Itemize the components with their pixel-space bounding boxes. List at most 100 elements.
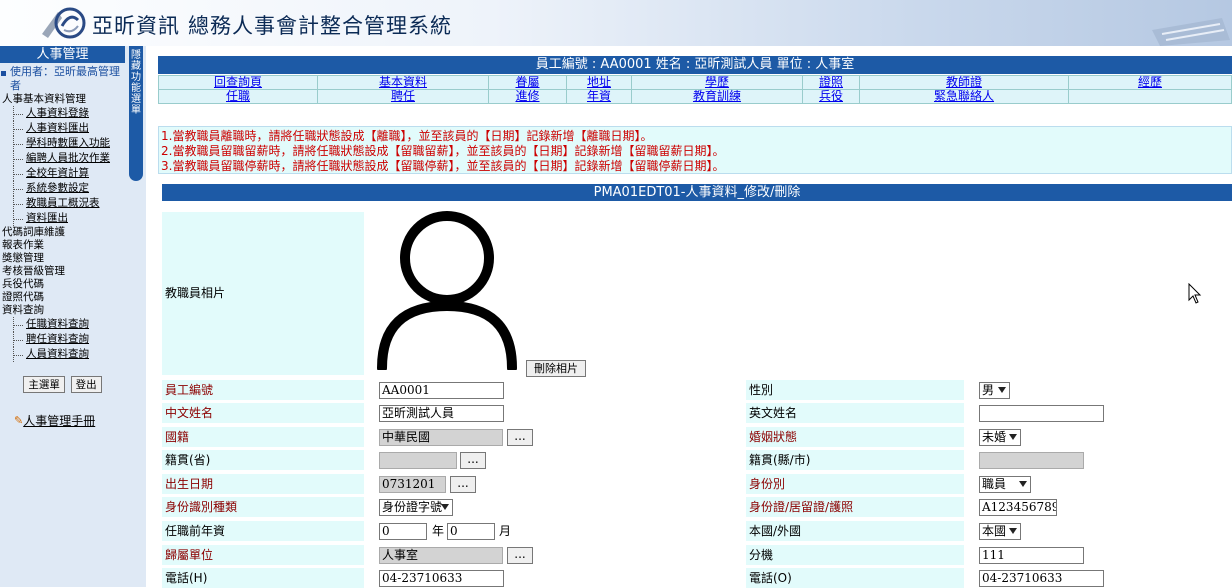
nav-link-family[interactable]: 眷屬 [515,75,539,89]
id-no-input[interactable]: A123456789 [979,499,1057,516]
ename-input[interactable] [979,405,1104,422]
id-type-value: 身份證字號 [382,500,443,514]
domestic-select[interactable]: 本國 [979,523,1021,540]
nav-cell: 聘任 [317,89,489,104]
menu-item-hours-import[interactable]: 學科時數匯入功能 [0,136,125,151]
nav-link-teacher-cert[interactable]: 教師證 [946,75,982,89]
nationality-browse-button[interactable]: ... [507,429,533,446]
origin-prov-input[interactable] [379,452,457,469]
menu-item-batch[interactable]: 編聘人員批次作業 [0,151,125,166]
menu-item-data-export[interactable]: 資料匯出 [0,211,125,226]
manual-link[interactable]: ✎ 人事管理手冊 [0,413,125,430]
record-nav-table: 回查詢頁 基本資料 眷屬 地址 學歷 證照 教師證 經歷 任職 聘任 進修 年資… [158,75,1232,104]
id-no-label: 身份證/居留證/護照 [746,497,964,517]
menu-group-military[interactable]: 兵役代碼 [0,278,125,291]
sidebar-title: 人事管理 [0,46,125,63]
birth-picker-button[interactable]: ... [450,476,476,493]
emp-no-input[interactable]: AA0001 [379,382,504,399]
phone-h-input[interactable]: 04-23710633 [379,570,504,587]
banner-laptop-icon [1152,18,1230,46]
marital-label: 婚姻狀態 [746,427,964,447]
cname-label: 中文姓名 [162,403,364,423]
unit-input[interactable]: 人事室 [379,547,503,564]
nav-cell: 基本資料 [317,75,489,90]
chevron-down-icon [441,504,449,510]
sidebar-buttons: 主選單 登出 [0,376,125,393]
notice-line: 2.當教職員留職留薪時，請將任職狀態設成【留職留薪】，並至該員的【日期】記錄新增… [161,144,725,158]
nationality-label: 國籍 [162,427,364,447]
nav-link-license[interactable]: 證照 [819,75,843,89]
nav-cell: 眷屬 [488,75,567,90]
cname-input[interactable]: 亞昕測試人員 [379,405,504,422]
menu-group-reports[interactable]: 報表作業 [0,239,125,252]
ext-label: 分機 [746,545,964,565]
menu-item-appoint-query[interactable]: 聘任資料查詢 [0,332,125,347]
menu-item-personnel-export[interactable]: 人事資料匯出 [0,121,125,136]
nationality-input[interactable]: 中華民國 [379,429,503,446]
nav-link-study[interactable]: 進修 [515,89,539,103]
system-name: 總務人事會計整合管理系統 [188,14,452,38]
manual-link-text[interactable]: 人事管理手冊 [23,413,95,430]
marital-value: 未婚 [982,430,1007,444]
menu-item-job-query[interactable]: 任職資料查詢 [0,317,125,332]
marital-select[interactable]: 未婚 [979,429,1021,446]
month-unit: 月 [499,524,512,538]
menu-group-evaluation[interactable]: 考核晉級管理 [0,265,125,278]
nav-link-back[interactable]: 回查詢頁 [214,75,262,89]
nav-link-emergency[interactable]: 緊急聯絡人 [934,89,994,103]
nav-cell: 進修 [488,89,567,104]
employee-header: 員工編號 : AA0001 姓名 : 亞昕測試人員 單位 : 人事室 [158,56,1232,74]
menu-group-query[interactable]: 資料查詢 [0,304,125,317]
gender-select[interactable]: 男 [979,382,1010,399]
logout-button[interactable]: 登出 [70,376,102,393]
hide-tab-char: 藏 [131,61,141,72]
bullet-icon [1,71,6,76]
origin-prov-browse-button[interactable]: ... [460,452,486,469]
main-menu-button[interactable]: 主選單 [23,376,65,393]
menu-group-basic[interactable]: 人事基本資料管理 [0,93,125,106]
nav-link-basic[interactable]: 基本資料 [379,75,427,89]
delete-photo-button[interactable]: 刪除相片 [526,360,586,377]
nav-cell: 經歷 [1068,75,1232,90]
nav-cell: 年資 [566,89,632,104]
prior-years-input[interactable]: 0 [379,523,427,540]
person-avatar-icon [377,211,517,370]
menu-group-codes[interactable]: 代碼詞庫維護 [0,226,125,239]
hide-tab-char: 單 [131,105,141,116]
nav-link-experience[interactable]: 經歷 [1138,75,1162,89]
prior-years-label: 任職前年資 [162,521,364,541]
identity-value: 職員 [982,477,1007,491]
menu-item-params[interactable]: 系統參數設定 [0,181,125,196]
unit-browse-button[interactable]: ... [507,547,533,564]
identity-select[interactable]: 職員 [979,476,1031,493]
nav-link-education[interactable]: 學歷 [705,75,729,89]
birth-input[interactable]: 0731201 [379,476,446,493]
menu-item-personnel-entry[interactable]: 人事資料登錄 [0,106,125,121]
user-label: 使用者：亞昕最高管理者 [0,63,125,93]
nav-link-job[interactable]: 任職 [226,89,250,103]
ext-input[interactable]: 111 [979,547,1084,564]
menu-group-rewards[interactable]: 獎懲管理 [0,252,125,265]
hide-tab-char: 功 [131,72,141,83]
prior-months-input[interactable]: 0 [447,523,495,540]
nav-link-training[interactable]: 教育訓練 [693,89,741,103]
menu-item-person-query[interactable]: 人員資料查詢 [0,347,125,362]
nav-cell: 任職 [158,89,318,104]
chevron-down-icon [1009,528,1017,534]
nav-link-address[interactable]: 地址 [587,75,611,89]
nav-link-appoint[interactable]: 聘任 [391,89,415,103]
gender-value: 男 [982,383,995,397]
origin-city-input[interactable] [979,452,1084,469]
mouse-cursor-icon [1188,283,1202,304]
menu-item-staff-overview[interactable]: 教職員工概況表 [0,196,125,211]
menu-group-license[interactable]: 證照代碼 [0,291,125,304]
nav-link-seniority[interactable]: 年資 [587,89,611,103]
hide-menu-tab[interactable]: 隱 藏 功 能 選 單 [129,46,143,181]
nav-cell: 緊急聯絡人 [859,89,1069,104]
phone-o-input[interactable]: 04-23710633 [979,570,1104,587]
nav-cell: 地址 [566,75,632,90]
id-type-select[interactable]: 身份證字號 [379,499,453,516]
birth-label: 出生日期 [162,474,364,494]
nav-link-military[interactable]: 兵役 [819,89,843,103]
menu-item-seniority[interactable]: 全校年資計算 [0,166,125,181]
